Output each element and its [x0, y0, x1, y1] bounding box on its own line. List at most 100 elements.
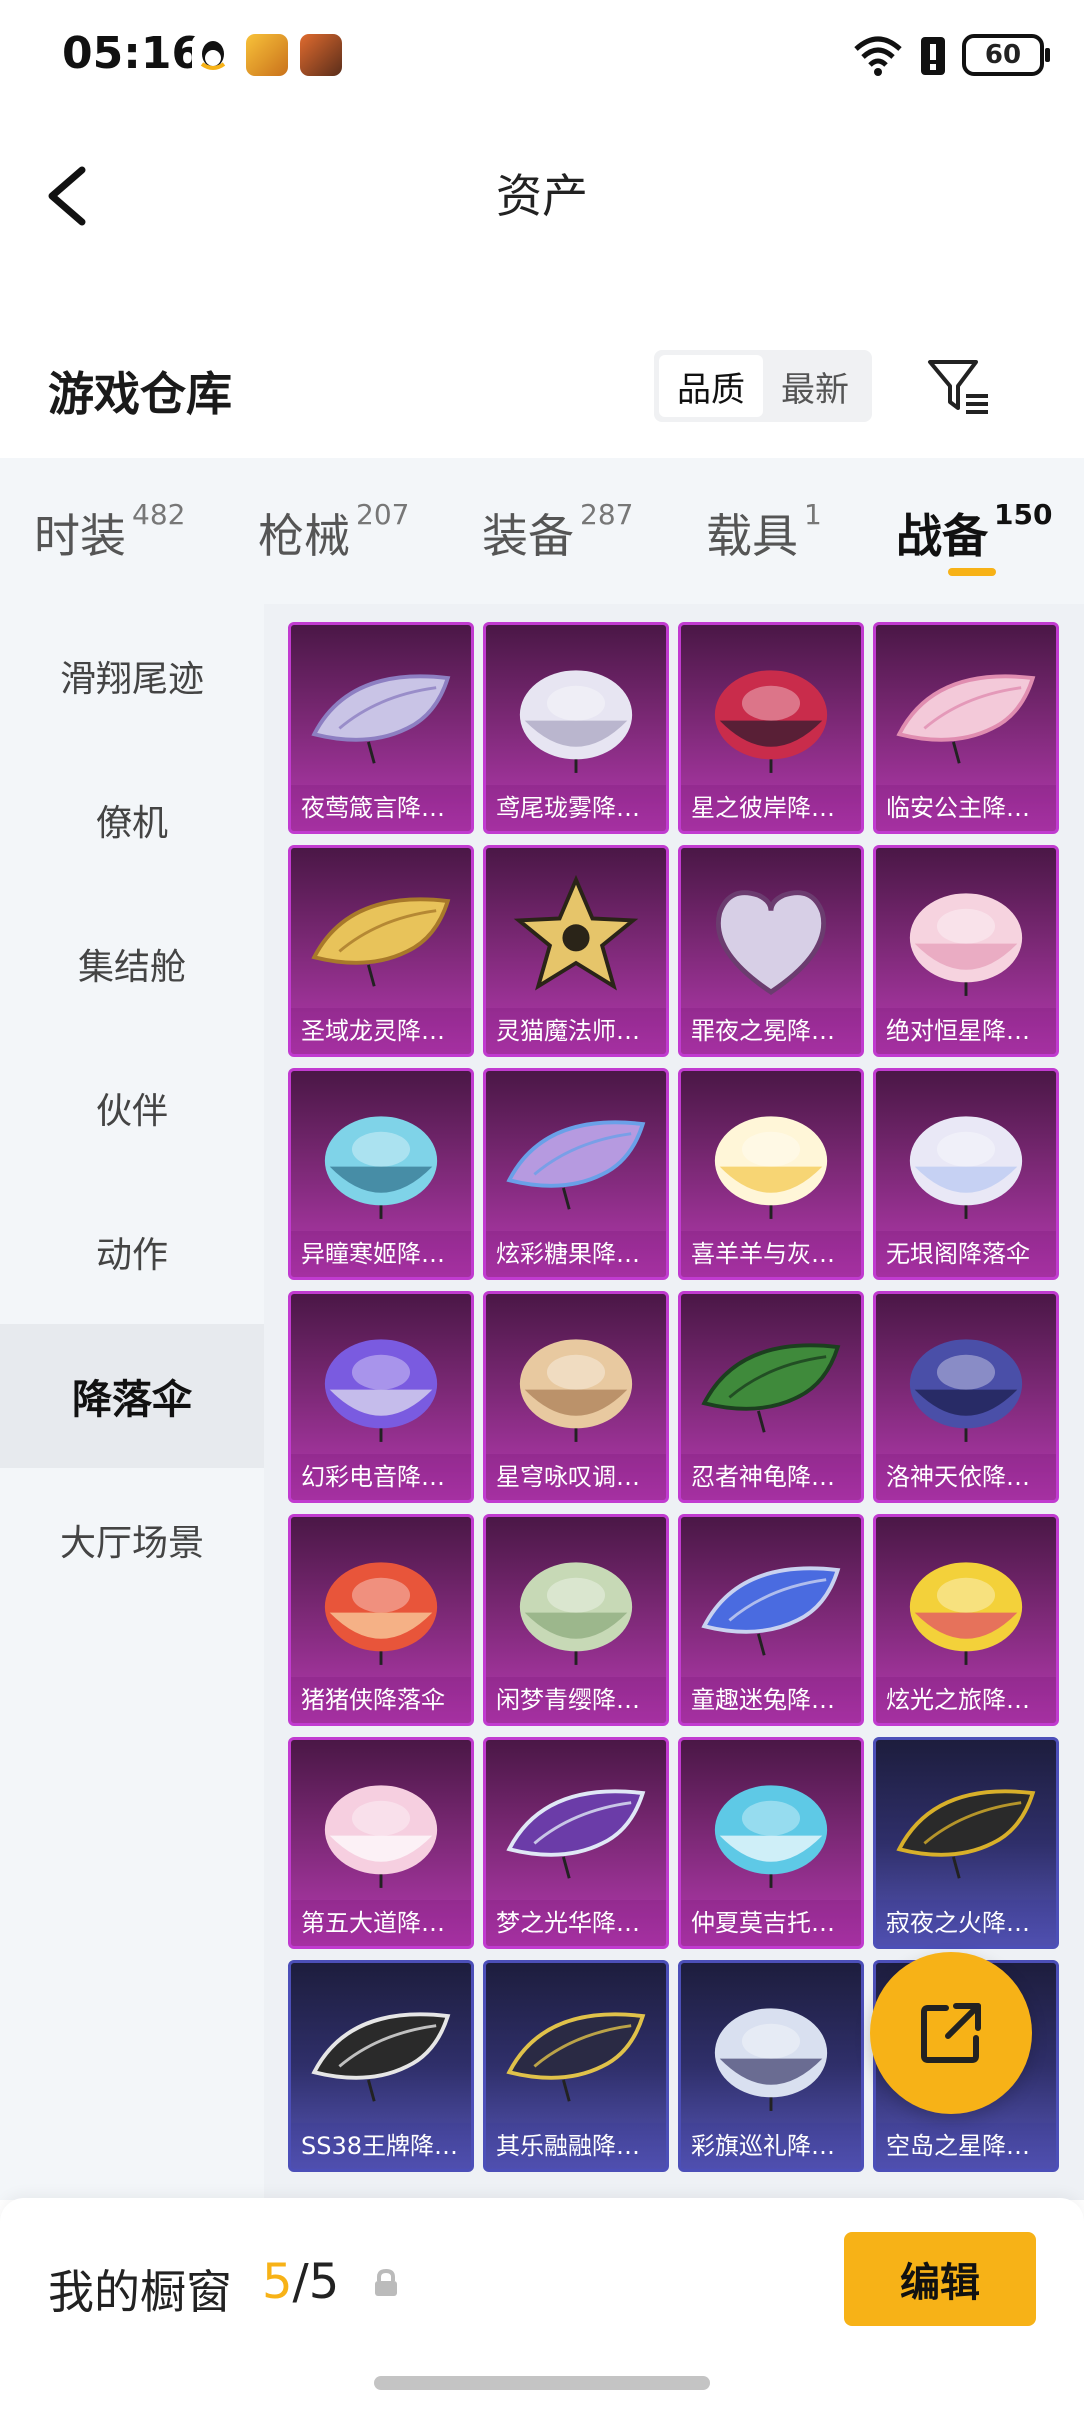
filter-icon	[928, 360, 988, 414]
parachute-art	[506, 2012, 646, 2102]
parachute-name: 绝对恒星降…	[876, 1008, 1056, 1054]
parachute-card[interactable]: 灵猫魔法师…	[483, 845, 669, 1057]
parachute-card[interactable]: 其乐融融降…	[483, 1960, 669, 2172]
sidebar-item-assembly-pod[interactable]: 集结舱	[0, 892, 264, 1036]
parachute-card[interactable]: 无垠阁降落伞	[873, 1068, 1059, 1280]
parachute-name: 彩旗巡礼降…	[681, 2123, 861, 2169]
parachute-name: 梦之光华降…	[486, 1900, 666, 1946]
tab-count: 287	[580, 498, 634, 531]
bottom-bar: 我的橱窗 5/5 编辑	[0, 2198, 1084, 2412]
parachute-art	[506, 1789, 646, 1879]
sidebar-item-glide-trail[interactable]: 滑翔尾迹	[0, 604, 264, 748]
parachute-name: 临安公主降…	[876, 785, 1056, 831]
tab-active-indicator	[948, 568, 996, 576]
parachute-card[interactable]: 鸢尾珑雾降…	[483, 622, 669, 834]
parachute-art	[519, 1562, 633, 1665]
parachute-card[interactable]: SS38王牌降…	[288, 1960, 474, 2172]
parachute-name: 第五大道降…	[291, 1900, 471, 1946]
sort-by-quality[interactable]: 品质	[659, 355, 763, 417]
parachute-card[interactable]: 星之彼岸降…	[678, 622, 864, 834]
parachute-card[interactable]: 寂夜之火降…	[873, 1737, 1059, 1949]
parachute-card[interactable]: 喜羊羊与灰…	[678, 1068, 864, 1280]
tab-battle-prep[interactable]: 战备 150	[896, 498, 1052, 566]
parachute-art	[714, 1116, 828, 1219]
parachute-name: 闲梦青缨降…	[486, 1677, 666, 1723]
game-app-icon	[246, 34, 288, 76]
parachute-art	[506, 1120, 646, 1210]
parachute-art	[714, 2008, 828, 2111]
parachute-art	[909, 1339, 1023, 1442]
parachute-card[interactable]: 猪猪侠降落伞	[288, 1514, 474, 1726]
tab-fashion[interactable]: 时装 482	[34, 498, 186, 566]
parachute-card[interactable]: 洛神天依降…	[873, 1291, 1059, 1503]
parachute-art	[324, 1785, 438, 1888]
parachute-card[interactable]: 星穹咏叹调…	[483, 1291, 669, 1503]
warehouse-title: 游戏仓库	[48, 367, 232, 421]
share-button[interactable]	[870, 1952, 1032, 2114]
parachute-name: 星穹咏叹调…	[486, 1454, 666, 1500]
showcase-current: 5	[262, 2254, 293, 2310]
tab-guns[interactable]: 枪械 207	[258, 498, 409, 566]
parachute-name: SS38王牌降…	[291, 2123, 471, 2169]
showcase-total: 5	[308, 2254, 340, 2310]
parachute-art	[513, 874, 639, 991]
parachute-card[interactable]: 彩旗巡礼降…	[678, 1960, 864, 2172]
home-indicator[interactable]	[374, 2376, 710, 2390]
parachute-art	[311, 674, 451, 764]
parachute-card[interactable]: 童趣迷兔降…	[678, 1514, 864, 1726]
parachute-card[interactable]: 圣域龙灵降…	[288, 845, 474, 1057]
qq-icon	[192, 34, 234, 76]
parachute-art	[519, 1339, 633, 1442]
tab-label: 枪械	[258, 509, 350, 563]
sidebar: 滑翔尾迹 僚机 集结舱 伙伴 动作 降落伞 大厅场景	[0, 604, 264, 2200]
share-external-icon	[921, 2003, 981, 2063]
parachute-card[interactable]: 绝对恒星降…	[873, 845, 1059, 1057]
tab-equipment[interactable]: 装备 287	[482, 498, 634, 566]
parachute-art	[716, 890, 826, 995]
tab-label: 装备	[482, 509, 574, 563]
parachute-card[interactable]: 罪夜之冕降…	[678, 845, 864, 1057]
sort-by-newest[interactable]: 最新	[763, 355, 867, 417]
parachute-name: 忍者神龟降…	[681, 1454, 861, 1500]
page-title: 资产	[496, 169, 588, 223]
parachute-card[interactable]: 梦之光华降…	[483, 1737, 669, 1949]
sidebar-item-parachute[interactable]: 降落伞	[0, 1324, 264, 1468]
sidebar-item-wingman[interactable]: 僚机	[0, 748, 264, 892]
tab-vehicles[interactable]: 载具 1	[706, 498, 822, 566]
sidebar-item-emote[interactable]: 动作	[0, 1180, 264, 1324]
parachute-name: 仲夏莫吉托…	[681, 1900, 861, 1946]
tab-count: 1	[804, 498, 822, 531]
parachute-name: 猪猪侠降落伞	[291, 1677, 471, 1723]
parachute-card[interactable]: 炫光之旅降…	[873, 1514, 1059, 1726]
parachute-name: 鸢尾珑雾降…	[486, 785, 666, 831]
parachute-card[interactable]: 幻彩电音降…	[288, 1291, 474, 1503]
parachute-art	[324, 1116, 438, 1219]
filter-button[interactable]	[926, 356, 992, 416]
edit-button[interactable]: 编辑	[844, 2232, 1036, 2326]
parachute-art	[896, 674, 1036, 764]
parachute-card[interactable]: 夜莺箴言降…	[288, 622, 474, 834]
showcase-count: 5/5	[262, 2254, 339, 2310]
showcase-separator: /	[292, 2254, 309, 2310]
parachute-card[interactable]: 异瞳寒姬降…	[288, 1068, 474, 1280]
parachute-name: 罪夜之冕降…	[681, 1008, 861, 1054]
parachute-name: 空岛之星降…	[876, 2123, 1056, 2169]
parachute-art	[519, 670, 633, 773]
parachute-card[interactable]: 临安公主降…	[873, 622, 1059, 834]
parachute-card[interactable]: 炫彩糖果降…	[483, 1068, 669, 1280]
parachute-card[interactable]: 第五大道降…	[288, 1737, 474, 1949]
tab-label: 战备	[896, 509, 988, 563]
showcase-label: 我的橱窗	[48, 2265, 232, 2319]
parachute-card[interactable]: 仲夏莫吉托…	[678, 1737, 864, 1949]
wifi-icon	[854, 36, 902, 76]
tab-count: 482	[132, 498, 186, 531]
parachute-card[interactable]: 忍者神龟降…	[678, 1291, 864, 1503]
sidebar-item-companion[interactable]: 伙伴	[0, 1036, 264, 1180]
parachute-name: 洛神天依降…	[876, 1454, 1056, 1500]
parachute-card[interactable]: 闲梦青缨降…	[483, 1514, 669, 1726]
parachute-name: 寂夜之火降…	[876, 1900, 1056, 1946]
tab-label: 时装	[34, 509, 126, 563]
parachute-name: 无垠阁降落伞	[876, 1231, 1056, 1277]
sidebar-item-lobby-scene[interactable]: 大厅场景	[0, 1468, 264, 1612]
sort-toggle: 品质 最新	[654, 350, 872, 422]
